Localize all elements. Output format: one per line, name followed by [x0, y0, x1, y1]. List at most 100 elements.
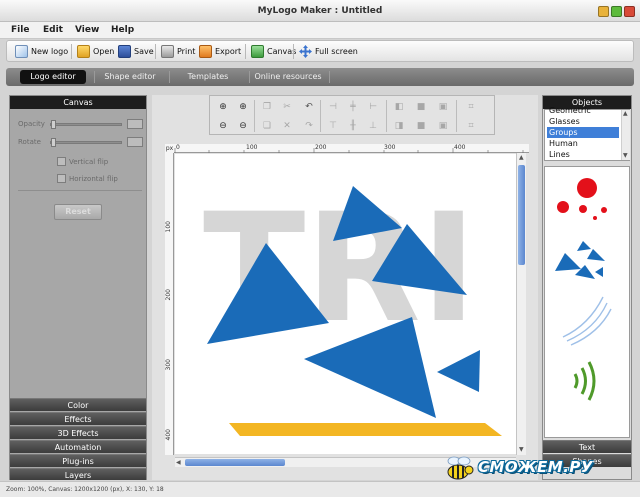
- new-logo-button[interactable]: New logo: [15, 44, 68, 59]
- group-icon[interactable]: ▣: [438, 102, 448, 112]
- redo-icon[interactable]: ↷: [304, 121, 314, 131]
- align-middle-icon[interactable]: ╫: [348, 121, 358, 131]
- scroll-down-icon[interactable]: ▼: [623, 152, 628, 159]
- send-back-icon[interactable]: ◨: [394, 121, 404, 131]
- bring-front-icon[interactable]: ◧: [394, 102, 404, 112]
- print-button[interactable]: Print: [161, 44, 195, 59]
- tab-templates[interactable]: Templates: [174, 70, 242, 84]
- v-tick-label: 300: [165, 359, 172, 371]
- lock-icon[interactable]: ■: [416, 102, 426, 112]
- section-layers[interactable]: Layers: [10, 468, 146, 480]
- undo-icon[interactable]: ↶: [304, 102, 314, 112]
- unlock-icon[interactable]: ■: [416, 121, 426, 131]
- panel-divider: [18, 190, 142, 191]
- scroll-left-icon[interactable]: ◀: [176, 459, 181, 466]
- object-category-list[interactable]: Geometric Glasses Groups Human Lines ▲ ▼: [544, 106, 630, 161]
- object-list-scrollbar[interactable]: ▲ ▼: [621, 110, 630, 160]
- rotate-value-box[interactable]: [127, 137, 143, 147]
- align-top-icon[interactable]: ⊤: [328, 121, 338, 131]
- scroll-up-icon[interactable]: ▲: [623, 110, 628, 117]
- list-item-geometric[interactable]: Geometric: [547, 105, 619, 116]
- section-color[interactable]: Color: [10, 398, 146, 411]
- opacity-slider-thumb[interactable]: [51, 120, 56, 129]
- h-tick-label: 400: [454, 144, 466, 151]
- canvas-area: ⊕ ⊕ ⊖ ⊖ ❐ ✂ ↶ ❏ ✕ ↷ ⊣ ╪ ⊢ ⊤ ╫ ⊥ ◧ ■ ▣ ◨ …: [152, 95, 538, 480]
- section-3d-effects[interactable]: 3D Effects: [10, 426, 146, 439]
- list-item-groups[interactable]: Groups: [547, 127, 619, 138]
- horizontal-ruler: 0 100 200 300 400: [174, 144, 529, 153]
- zoom-in-icon[interactable]: ⊕: [218, 102, 228, 112]
- scroll-down-icon[interactable]: ▼: [519, 446, 524, 453]
- opacity-slider[interactable]: [50, 120, 122, 129]
- align-center-icon[interactable]: ╪: [348, 102, 358, 112]
- scroll-up-icon[interactable]: ▲: [519, 154, 524, 161]
- open-button[interactable]: Open: [77, 44, 114, 59]
- ungroup-icon[interactable]: ▣: [438, 121, 448, 131]
- green-waves-object: [573, 361, 596, 401]
- title-bar: MyLogo Maker : Untitled: [0, 0, 640, 22]
- status-text: Zoom: 100%, Canvas: 1200x1200 (px), X: 1…: [6, 486, 164, 493]
- align-bottom-icon[interactable]: ⊥: [368, 121, 378, 131]
- list-item-lines[interactable]: Lines: [547, 149, 619, 160]
- vertical-scrollbar[interactable]: ▲ ▼: [516, 153, 526, 455]
- full-screen-button[interactable]: Full screen: [299, 44, 358, 59]
- object-preview-gallery[interactable]: [544, 166, 630, 438]
- vertical-flip-label: Vertical flip: [69, 158, 109, 166]
- menu-edit[interactable]: Edit: [43, 25, 63, 35]
- canvas-icon: [251, 45, 264, 58]
- logo-canvas[interactable]: TRI: [175, 154, 516, 454]
- menu-file[interactable]: File: [11, 25, 29, 35]
- save-button[interactable]: Save: [118, 44, 154, 59]
- h-tick-label: 200: [315, 144, 327, 151]
- close-button[interactable]: [624, 6, 635, 17]
- zoom-fit-icon[interactable]: ⊕: [238, 102, 248, 112]
- rotate-slider[interactable]: [50, 138, 122, 147]
- status-bar: Zoom: 100%, Canvas: 1200x1200 (px), X: 1…: [0, 481, 640, 497]
- fit-width-icon[interactable]: ⌗: [466, 102, 476, 112]
- list-item-human[interactable]: Human: [547, 138, 619, 149]
- tab-online-resources[interactable]: Online resources: [254, 70, 322, 84]
- tab-logo-editor[interactable]: Logo editor: [20, 70, 86, 84]
- copy-icon[interactable]: ❐: [262, 102, 272, 112]
- fit-height-icon[interactable]: ⌗: [466, 121, 476, 131]
- window-title: MyLogo Maker : Untitled: [257, 6, 383, 16]
- menu-view[interactable]: View: [75, 25, 99, 35]
- section-plug-ins[interactable]: Plug-ins: [10, 454, 146, 467]
- printer-icon: [161, 45, 174, 58]
- bee-icon: [447, 456, 474, 480]
- vertical-ruler: 100 200 300 400: [165, 153, 174, 455]
- minimize-button[interactable]: [598, 6, 609, 17]
- section-automation[interactable]: Automation: [10, 440, 146, 453]
- align-right-icon[interactable]: ⊢: [368, 102, 378, 112]
- reset-button[interactable]: Reset: [54, 204, 102, 220]
- red-circles-object: [557, 178, 607, 220]
- horizontal-scroll-thumb[interactable]: [185, 459, 285, 466]
- section-text[interactable]: Text: [543, 440, 631, 453]
- main-toolbar: New logo Open Save Print Export Canvas F…: [6, 40, 634, 62]
- opacity-value-box[interactable]: [127, 119, 143, 129]
- new-logo-icon: [15, 45, 28, 58]
- horizontal-flip-checkbox[interactable]: [57, 174, 66, 183]
- cut-icon[interactable]: ✂: [282, 102, 292, 112]
- delete-icon[interactable]: ✕: [282, 121, 292, 131]
- list-item-glasses[interactable]: Glasses: [547, 116, 619, 127]
- vertical-scroll-thumb[interactable]: [518, 165, 525, 265]
- zoom-out-icon[interactable]: ⊖: [218, 121, 228, 131]
- menu-help[interactable]: Help: [111, 25, 134, 35]
- v-tick-label: 200: [165, 289, 172, 301]
- v-tick-label: 400: [165, 429, 172, 441]
- zoom-actual-icon[interactable]: ⊖: [238, 121, 248, 131]
- canvas-panel-header: Canvas: [10, 96, 146, 109]
- h-tick-label: 300: [384, 144, 396, 151]
- floppy-disk-icon: [118, 45, 131, 58]
- tab-shape-editor[interactable]: Shape editor: [98, 70, 162, 84]
- paste-icon[interactable]: ❏: [262, 121, 272, 131]
- h-tick-label: 100: [246, 144, 258, 151]
- align-left-icon[interactable]: ⊣: [328, 102, 338, 112]
- export-button[interactable]: Export: [199, 44, 241, 59]
- rotate-slider-thumb[interactable]: [51, 138, 56, 147]
- section-effects[interactable]: Effects: [10, 412, 146, 425]
- canvas-button[interactable]: Canvas: [251, 44, 296, 59]
- vertical-flip-checkbox[interactable]: [57, 157, 66, 166]
- maximize-button[interactable]: [611, 6, 622, 17]
